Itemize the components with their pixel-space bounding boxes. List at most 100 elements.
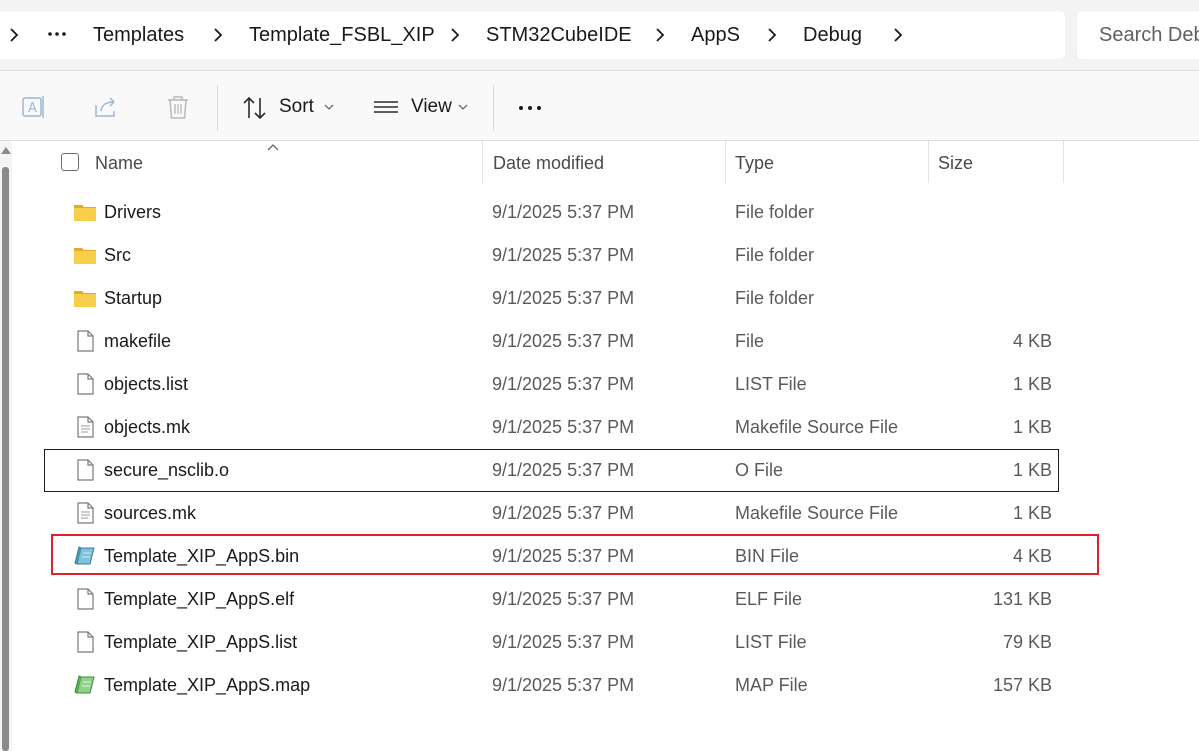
file-size: 1 KB — [1012, 503, 1052, 523]
file-icon — [73, 630, 97, 654]
table-row[interactable]: Template_XIP_AppS.map 9/1/2025 5:37 PM MAP… — [45, 665, 1058, 706]
toolbar-separator — [217, 85, 218, 131]
file-date: 9/1/2025 5:37 PM — [492, 632, 635, 652]
file-name: Startup — [104, 288, 163, 308]
file-size: 79 KB — [1002, 632, 1052, 652]
file-date: 9/1/2025 5:37 PM — [492, 460, 635, 480]
chevron-right-icon[interactable] — [892, 11, 904, 59]
file-date: 9/1/2025 5:37 PM — [492, 202, 635, 222]
scrollbar-thumb[interactable] — [2, 167, 9, 751]
file-name: Src — [104, 245, 131, 265]
table-row[interactable]: sources.mk 9/1/2025 5:37 PM Makefile Sourc… — [45, 493, 1058, 534]
column-header-size[interactable]: Size — [938, 141, 973, 186]
search-box[interactable]: Search Debug — [1077, 11, 1199, 59]
sort-icon — [242, 95, 268, 135]
toolbar-separator — [493, 85, 494, 131]
chevron-right-icon[interactable] — [449, 11, 461, 59]
file-date: 9/1/2025 5:37 PM — [492, 417, 635, 437]
table-row[interactable]: objects.mk 9/1/2025 5:37 PM Makefile Sourc… — [45, 407, 1058, 448]
file-size: 1 KB — [1012, 417, 1052, 437]
folder-icon — [73, 243, 97, 267]
table-row[interactable]: Startup 9/1/2025 5:37 PM File folder — [45, 278, 1058, 319]
breadcrumb-item-apps[interactable]: AppS — [691, 11, 740, 59]
view-icon — [373, 95, 399, 135]
column-separator[interactable] — [482, 141, 483, 183]
file-name: Drivers — [104, 202, 161, 222]
ellipsis-icon[interactable] — [46, 11, 68, 59]
column-separator[interactable] — [928, 141, 929, 183]
column-header-name[interactable]: Name — [95, 141, 143, 186]
chevron-down-icon — [324, 87, 334, 143]
file-type: LIST File — [735, 632, 807, 652]
table-row[interactable]: makefile 9/1/2025 5:37 PM File 4 KB — [45, 321, 1058, 362]
more-icon[interactable] — [517, 93, 545, 121]
select-all-checkbox[interactable] — [61, 153, 79, 171]
file-type: ELF File — [735, 589, 803, 609]
share-icon[interactable] — [92, 93, 120, 121]
svg-text:A: A — [28, 101, 37, 116]
address-bar: Templates Template_FSBL_XIP STM32CubeIDE… — [0, 0, 1199, 71]
table-row[interactable]: secure_nsclib.o 9/1/2025 5:37 PM O File 1 K… — [44, 449, 1059, 492]
column-header-type[interactable]: Type — [735, 141, 774, 186]
column-header-row: Name Date modified Type Size — [12, 141, 1199, 186]
chevron-down-icon — [458, 87, 468, 143]
table-row[interactable]: Src 9/1/2025 5:37 PM File folder — [45, 235, 1058, 276]
folder-icon — [73, 200, 97, 224]
trash-icon[interactable] — [164, 93, 192, 121]
bin-file-icon — [73, 544, 97, 568]
file-type: O File — [735, 460, 784, 480]
file-size: 4 KB — [1012, 331, 1052, 351]
scroll-up-icon[interactable] — [1, 147, 11, 154]
map-file-icon — [73, 673, 97, 697]
file-type: MAP File — [735, 675, 808, 695]
sort-button[interactable]: Sort — [242, 87, 338, 127]
file-date: 9/1/2025 5:37 PM — [492, 245, 635, 265]
breadcrumb-item-template-fsbl-xip[interactable]: Template_FSBL_XIP — [249, 11, 435, 59]
file-name: Template_XIP_AppS.elf — [104, 589, 295, 609]
search-input[interactable]: Search Debug — [1099, 11, 1199, 59]
file-name: makefile — [104, 331, 172, 351]
file-name: secure_nsclib.o — [104, 460, 230, 480]
file-icon — [73, 372, 97, 396]
file-name: Template_XIP_AppS.bin — [104, 546, 300, 566]
breadcrumb[interactable]: Templates Template_FSBL_XIP STM32CubeIDE… — [0, 11, 1065, 59]
command-bar: A Sort View — [0, 71, 1199, 141]
view-button[interactable]: View — [373, 87, 473, 127]
file-list: Name Date modified Type Size Drivers 9/1/… — [12, 141, 1199, 751]
file-size: 1 KB — [1012, 460, 1052, 480]
sort-ascending-icon — [266, 141, 280, 159]
file-date: 9/1/2025 5:37 PM — [492, 374, 635, 394]
file-explorer-window: Templates Template_FSBL_XIP STM32CubeIDE… — [0, 0, 1199, 751]
breadcrumb-item-templates[interactable]: Templates — [93, 11, 184, 59]
file-size: 157 KB — [992, 675, 1052, 695]
column-separator[interactable] — [1063, 141, 1064, 183]
file-type: BIN File — [735, 546, 800, 566]
file-date: 9/1/2025 5:37 PM — [492, 675, 635, 695]
file-type: Makefile Source File — [735, 503, 899, 523]
file-type: File — [735, 331, 765, 351]
file-date: 9/1/2025 5:37 PM — [492, 546, 635, 566]
table-row[interactable]: Template_XIP_AppS.elf 9/1/2025 5:37 PM ELF… — [45, 579, 1058, 620]
table-row[interactable]: Drivers 9/1/2025 5:37 PM File folder — [45, 192, 1058, 233]
file-size: 4 KB — [1012, 546, 1052, 566]
vertical-scrollbar[interactable] — [0, 141, 12, 751]
file-date: 9/1/2025 5:37 PM — [492, 503, 635, 523]
file-size: 1 KB — [1012, 374, 1052, 394]
file-type: File folder — [735, 245, 815, 265]
table-row[interactable]: Template_XIP_AppS.list 9/1/2025 5:37 PM LI… — [45, 622, 1058, 663]
chevron-right-icon[interactable] — [212, 11, 224, 59]
breadcrumb-item-stm32cubeide[interactable]: STM32CubeIDE — [486, 11, 632, 59]
column-separator[interactable] — [725, 141, 726, 183]
breadcrumb-item-debug[interactable]: Debug — [803, 11, 862, 59]
table-row[interactable]: objects.list 9/1/2025 5:37 PM LIST File 1 K… — [45, 364, 1058, 405]
file-type: File folder — [735, 288, 815, 308]
file-type: File folder — [735, 202, 815, 222]
table-row[interactable]: Template_XIP_AppS.bin 9/1/2025 5:37 PM BIN… — [45, 536, 1058, 577]
chevron-right-icon[interactable] — [766, 11, 778, 59]
rename-icon[interactable]: A — [20, 93, 48, 121]
file-icon — [73, 329, 97, 353]
file-size: 131 KB — [992, 589, 1052, 609]
chevron-right-icon[interactable] — [654, 11, 666, 59]
file-name: sources.mk — [104, 503, 197, 523]
column-header-date[interactable]: Date modified — [493, 141, 604, 186]
